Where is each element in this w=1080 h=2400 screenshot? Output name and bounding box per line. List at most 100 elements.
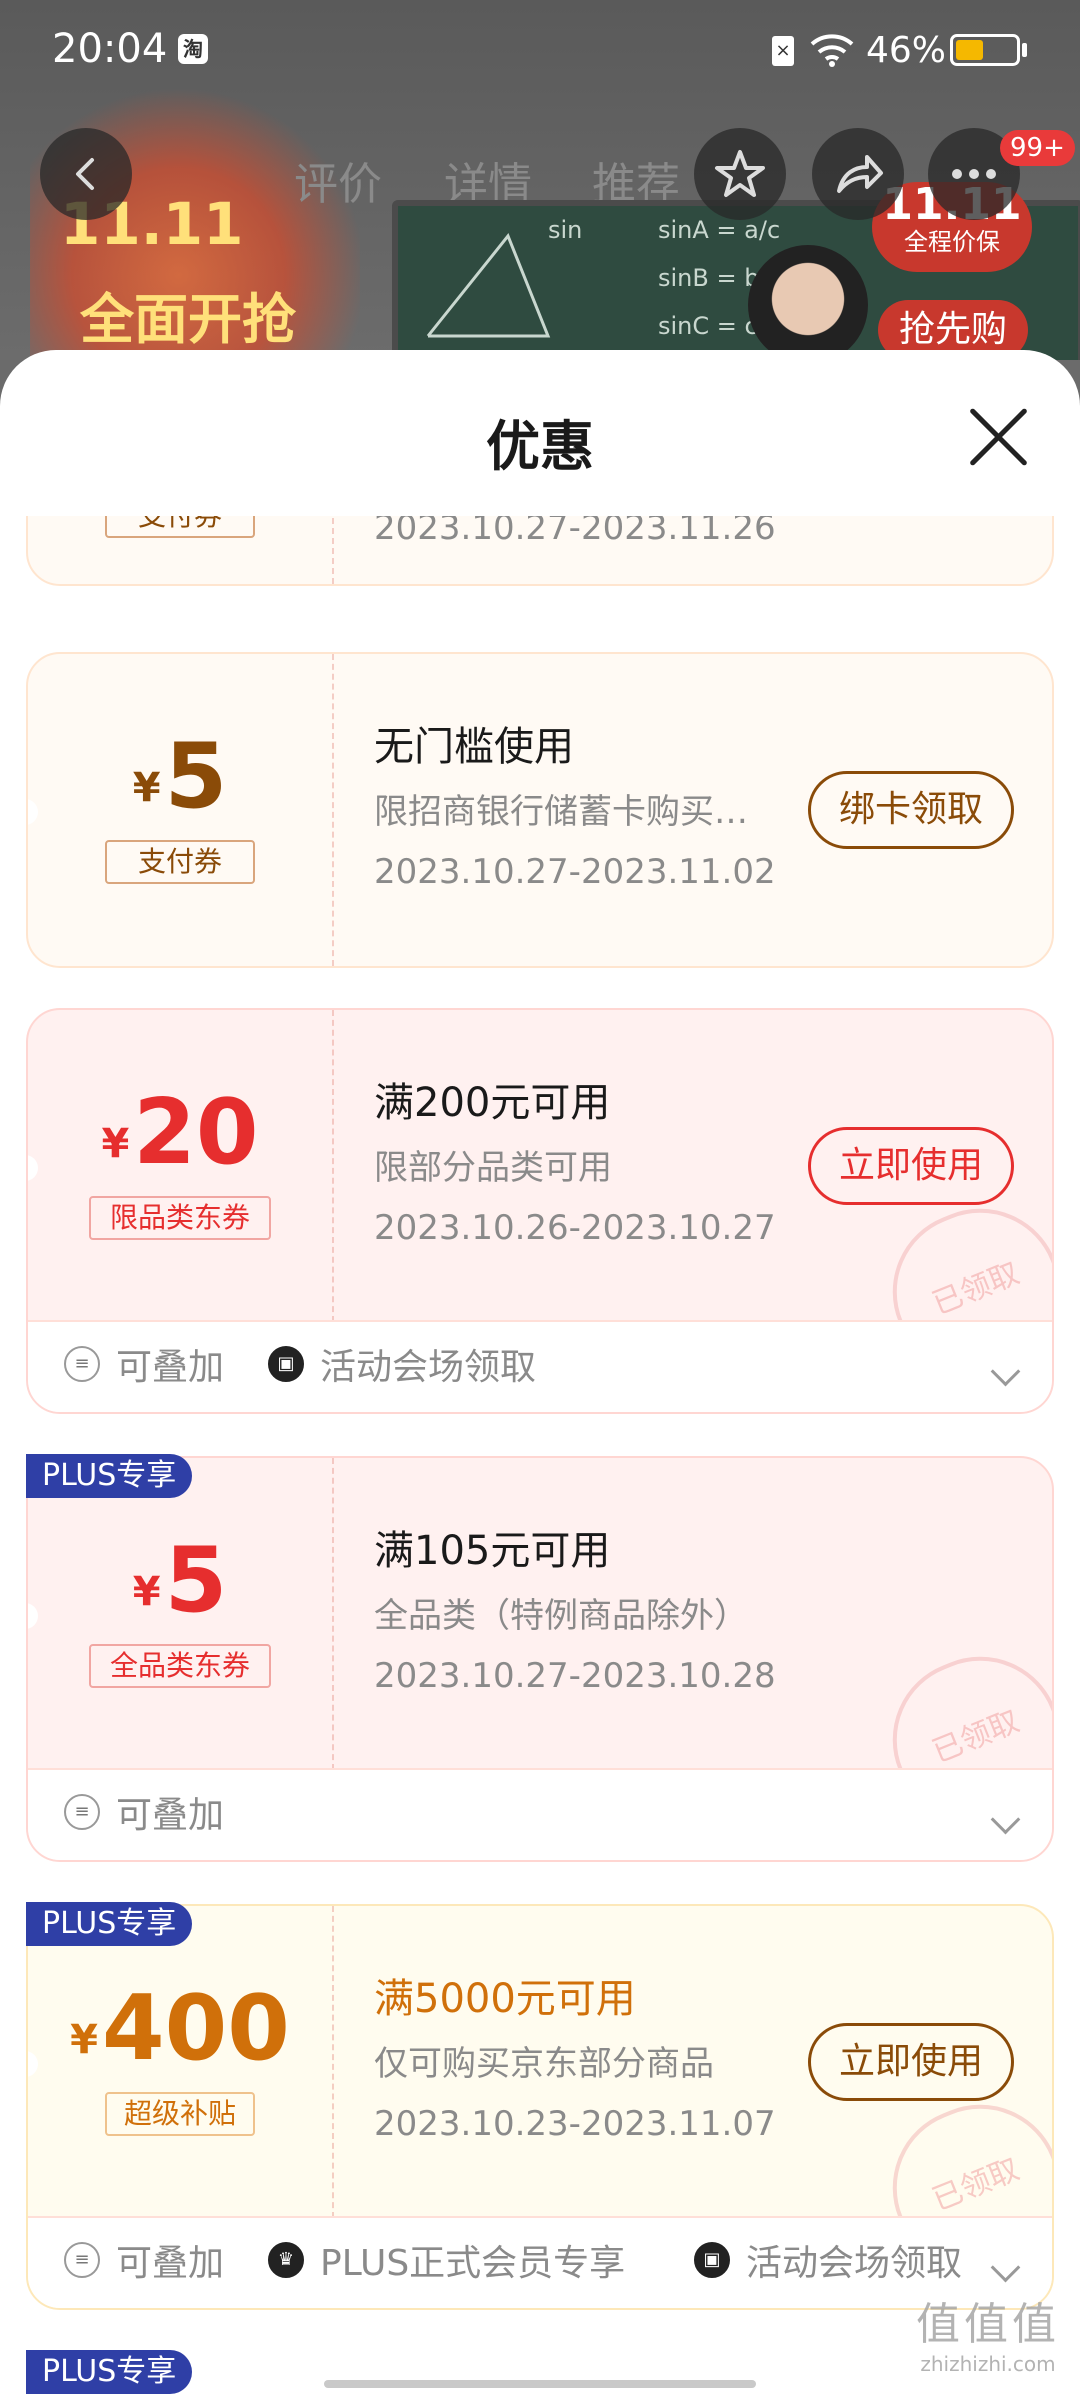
- coupon-card: ¥20 限品类东券 满200元可用 限部分品类可用 2023.10.26-202…: [26, 1008, 1054, 1414]
- sheet-title: 优惠: [486, 415, 594, 478]
- card-divider: [332, 516, 334, 584]
- chevron-down-icon[interactable]: [990, 1356, 1021, 1387]
- coupon-subtitle: 全品类（特例商品除外）: [374, 1596, 748, 1636]
- coupon-list[interactable]: 支付券 2023.10.27-2023.11.26 ¥5 支付券 无门槛使用 限…: [0, 516, 1080, 2400]
- coupon-amount: ¥5: [28, 724, 332, 829]
- triangle-drawing: [426, 233, 551, 338]
- bind-card-claim-button[interactable]: 绑卡领取: [808, 771, 1014, 849]
- perk-venue: ▣ 活动会场领取: [268, 1338, 536, 1390]
- amount-value: 5: [164, 1528, 228, 1633]
- coupon-amount: ¥20: [28, 1080, 332, 1185]
- coupon-subtitle: 限部分品类可用: [374, 1148, 612, 1188]
- coupon-title: 无门槛使用: [374, 724, 574, 770]
- chevron-down-icon[interactable]: [990, 1804, 1021, 1835]
- coupon-tag: 支付券: [105, 840, 255, 884]
- promo-banner-text: 全面开抢: [80, 288, 296, 351]
- stack-icon: ≡: [64, 2242, 100, 2278]
- coupon-subtitle: 仅可购买京东部分商品: [374, 2044, 714, 2084]
- amount-value: 400: [101, 1976, 290, 2081]
- coupon-card: ¥5 全品类东券 满105元可用 全品类（特例商品除外） 2023.10.27-…: [26, 1456, 1054, 1862]
- currency-symbol: ¥: [132, 765, 161, 811]
- battery-tip: [1022, 43, 1027, 57]
- stack-icon: ≡: [64, 1794, 100, 1830]
- badge-price-protect-label: 全程价保: [904, 228, 1000, 256]
- crown-icon: ♛: [268, 2242, 304, 2278]
- card-divider: [332, 1010, 334, 1322]
- card-divider: [332, 1458, 334, 1770]
- perk-label: PLUS正式会员专享: [320, 2243, 626, 2284]
- coupon-tag: 超级补贴: [105, 2092, 255, 2136]
- currency-symbol: ¥: [70, 2017, 98, 2063]
- currency-symbol: ¥: [101, 1121, 130, 1167]
- coupon-amount: ¥400: [28, 1976, 332, 2081]
- math-text: sinA = a/c: [658, 216, 781, 244]
- perk-stackable: ≡ 可叠加: [64, 1338, 224, 1390]
- share-icon: [837, 155, 883, 193]
- share-button[interactable]: [812, 128, 904, 220]
- coupon-title: 满105元可用: [374, 1528, 611, 1574]
- plus-exclusive-badge: PLUS专享: [26, 1902, 193, 1946]
- perk-label: 活动会场领取: [746, 2243, 963, 2284]
- perk-label: 可叠加: [116, 1795, 225, 1836]
- coupon-perks-bar[interactable]: ≡ 可叠加: [28, 1768, 1052, 1860]
- coupon-date: 2023.10.26-2023.10.27: [374, 1208, 776, 1248]
- coupon-perks-bar[interactable]: ≡ 可叠加 ♛ PLUS正式会员专享 ▣ 活动会场领取: [28, 2216, 1052, 2308]
- tab-reviews[interactable]: 评价: [294, 148, 382, 212]
- star-icon: [715, 150, 765, 197]
- coupon-amount: ¥5: [28, 1528, 332, 1633]
- amount-value: 5: [164, 724, 228, 829]
- coupon-card: 支付券 2023.10.27-2023.11.26: [26, 516, 1054, 586]
- coupon-date: 2023.10.27-2023.10.28: [374, 1656, 776, 1696]
- perk-label: 可叠加: [116, 2243, 225, 2284]
- status-bar: 20:04 淘 × 46%: [0, 0, 1080, 100]
- coupon-date: 2023.10.27-2023.11.02: [374, 852, 776, 892]
- coupon-title: 满5000元可用: [374, 1976, 636, 2022]
- chevron-left-icon: [76, 158, 94, 190]
- back-button[interactable]: [40, 128, 132, 220]
- watermark-url: zhizhizhi.com: [920, 2352, 1056, 2376]
- perk-label: 可叠加: [116, 1347, 225, 1388]
- coupon-tag: 全品类东券: [89, 1644, 271, 1688]
- perk-label: 活动会场领取: [320, 1347, 537, 1388]
- sim-icon: ×: [772, 36, 794, 66]
- currency-symbol: ¥: [132, 1569, 161, 1615]
- coupon-card: ¥5 支付券 无门槛使用 限招商银行储蓄卡购买部分商品 2023.10.27-2…: [26, 652, 1054, 968]
- watermark-logo: 值值值: [916, 2299, 1060, 2350]
- perk-plus-member: ♛ PLUS正式会员专享: [268, 2234, 625, 2286]
- coupon-subtitle: 限招商银行储蓄卡购买部分商品: [374, 792, 764, 832]
- chevron-down-icon[interactable]: [990, 2252, 1021, 2283]
- site-watermark: 值值值 zhizhizhi.com: [916, 2288, 1060, 2376]
- close-icon[interactable]: [962, 402, 1032, 472]
- plus-exclusive-badge: PLUS专享: [26, 2350, 193, 2394]
- wifi-icon: [810, 34, 854, 67]
- card-divider: [332, 1906, 334, 2218]
- battery-icon: [950, 34, 1020, 66]
- plus-exclusive-badge: PLUS专享: [26, 1454, 193, 1498]
- amount-value: 20: [133, 1080, 259, 1185]
- card-divider: [332, 654, 334, 966]
- battery-percent: 46%: [866, 30, 947, 71]
- coupon-tag: 限品类东券: [89, 1196, 271, 1240]
- use-now-button[interactable]: 立即使用: [808, 2023, 1014, 2101]
- perk-stackable: ≡ 可叠加: [64, 1786, 224, 1838]
- clock: 20:04: [52, 26, 168, 72]
- teacher-photo: [748, 245, 868, 360]
- perk-stackable: ≡ 可叠加: [64, 2234, 224, 2286]
- ticket-icon: ▣: [268, 1346, 304, 1382]
- ticket-icon: ▣: [694, 2242, 730, 2278]
- favorite-button[interactable]: [694, 128, 786, 220]
- home-indicator[interactable]: [324, 2380, 756, 2388]
- perk-venue: ▣ 活动会场领取: [694, 2234, 962, 2286]
- coupon-title: 满200元可用: [374, 1080, 611, 1126]
- coupon-date: 2023.10.27-2023.11.26: [374, 516, 776, 548]
- taobao-app-icon: 淘: [178, 34, 208, 64]
- stack-icon: ≡: [64, 1346, 100, 1382]
- notification-count-badge: 99+: [1000, 130, 1075, 166]
- coupon-perks-bar[interactable]: ≡ 可叠加 ▣ 活动会场领取: [28, 1320, 1052, 1412]
- coupon-date: 2023.10.23-2023.11.07: [374, 2104, 776, 2144]
- use-now-button[interactable]: 立即使用: [808, 1127, 1014, 1205]
- coupon-card: ¥400 超级补贴 满5000元可用 仅可购买京东部分商品 2023.10.23…: [26, 1904, 1054, 2310]
- coupon-sheet: 优惠 支付券 2023.10.27-2023.11.26 ¥5 支付券 无门槛使…: [0, 350, 1080, 2400]
- more-dots-icon: [952, 169, 996, 179]
- coupon-tag: 支付券: [105, 516, 255, 538]
